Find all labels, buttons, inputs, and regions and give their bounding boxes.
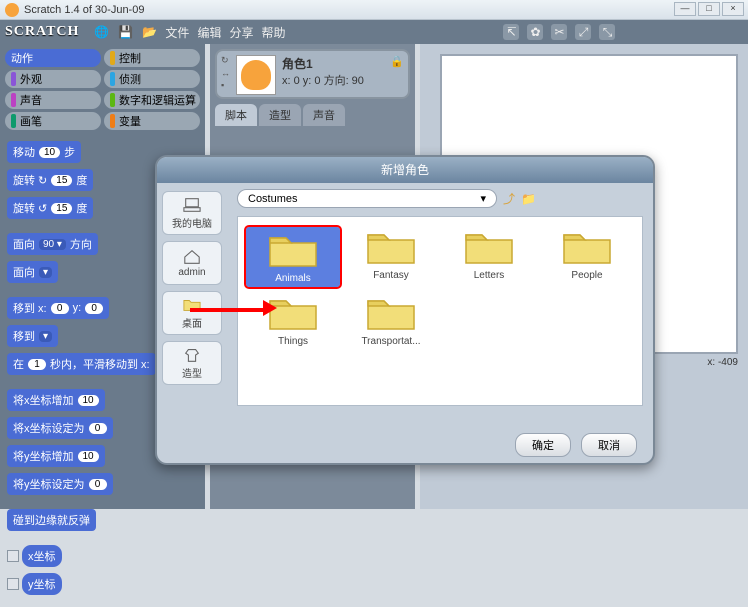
category-motion[interactable]: 动作 [5, 49, 101, 67]
block-point-towards[interactable]: 面向 ▾ [7, 261, 58, 283]
save-icon[interactable]: 💾 [117, 24, 133, 40]
folder-icon [364, 227, 418, 267]
xpos-checkbox[interactable] [7, 550, 19, 562]
computer-icon [183, 197, 201, 213]
menu-file[interactable]: 文件 [165, 24, 189, 41]
maximize-button[interactable]: □ [698, 2, 720, 16]
tab-scripts[interactable]: 脚本 [215, 104, 257, 126]
folder-transportation[interactable]: Transportat... [344, 293, 438, 347]
category-sensing[interactable]: 侦测 [104, 70, 200, 88]
sprite-coords-readout: x: 0 y: 0 方向: 90 [282, 72, 384, 88]
grow-tool-icon[interactable]: ⤢ [575, 24, 591, 40]
rotation-lr-icon[interactable]: ↔ [221, 68, 230, 78]
block-set-y[interactable]: 将y坐标设定为0 [7, 473, 113, 495]
cat-sprite-icon [241, 60, 271, 90]
main-toolbar: SCRATCH 🌐 💾 📂 文件 编辑 分享 帮助 ↸ ✿ ✂ ⤢ ⤡ [0, 20, 748, 44]
block-goto[interactable]: 移到 ▾ [7, 325, 58, 347]
folder-browser: Animals Fantasy Letters People Things [237, 216, 643, 406]
folder-fantasy[interactable]: Fantasy [344, 227, 438, 287]
scratch-app-icon [5, 3, 19, 17]
menu-edit[interactable]: 编辑 [197, 24, 221, 41]
lock-icon[interactable]: 🔒 [390, 55, 404, 93]
cancel-button[interactable]: 取消 [581, 433, 637, 457]
block-point-direction[interactable]: 面向90 ▾方向 [7, 233, 98, 255]
sidebar-admin[interactable]: admin [162, 241, 222, 285]
folder-icon [266, 230, 320, 270]
category-operators[interactable]: 数字和逻辑运算 [104, 91, 200, 109]
block-turn-cw[interactable]: 旋转 ↻15度 [7, 169, 93, 191]
folder-animals[interactable]: Animals [246, 227, 340, 287]
rotation-none-icon[interactable]: ▪ [221, 80, 230, 90]
scratch-logo: SCRATCH [5, 24, 79, 40]
window-title: Scratch 1.4 of 30-Jun-09 [24, 4, 144, 16]
folder-letters[interactable]: Letters [442, 227, 536, 287]
block-xpos[interactable]: x坐标 [22, 545, 62, 567]
block-move-steps[interactable]: 移动10步 [7, 141, 81, 163]
folder-people[interactable]: People [540, 227, 634, 287]
language-icon[interactable]: 🌐 [93, 24, 109, 40]
sprite-name-field[interactable]: 角色1 [282, 55, 384, 72]
menu-help[interactable]: 帮助 [261, 24, 285, 41]
tab-sounds[interactable]: 声音 [303, 104, 345, 126]
close-button[interactable]: × [722, 2, 744, 16]
dropdown-arrow-icon: ▾ [480, 192, 486, 205]
block-change-y[interactable]: 将y坐标增加10 [7, 445, 105, 467]
sprite-header: ↻ ↔ ▪ 角色1 x: 0 y: 0 方向: 90 🔒 [215, 49, 410, 99]
dialog-main: Costumes ▾ ⤴ 📁 Animals Fantasy Letters [227, 183, 653, 427]
new-folder-icon[interactable]: 📁 [521, 192, 536, 206]
block-bounce[interactable]: 碰到边缘就反弹 [7, 509, 96, 531]
block-set-x[interactable]: 将x坐标设定为0 [7, 417, 113, 439]
block-glide[interactable]: 在1秒内，平滑移动到 x: [7, 353, 156, 375]
sidebar-costumes[interactable]: 造型 [162, 341, 222, 385]
ok-button[interactable]: 确定 [515, 433, 571, 457]
block-ypos[interactable]: y坐标 [22, 573, 62, 595]
block-change-x[interactable]: 将x坐标增加10 [7, 389, 105, 411]
block-goto-xy[interactable]: 移到 x:0y:0 [7, 297, 109, 319]
sidebar-computer[interactable]: 我的电脑 [162, 191, 222, 235]
pointer-tool-icon[interactable]: ↸ [503, 24, 519, 40]
block-turn-ccw[interactable]: 旋转 ↺15度 [7, 197, 93, 219]
sprite-thumbnail[interactable] [236, 55, 276, 95]
folder-icon [462, 227, 516, 267]
shrink-tool-icon[interactable]: ⤡ [599, 24, 615, 40]
rotation-full-icon[interactable]: ↻ [221, 55, 230, 66]
path-dropdown[interactable]: Costumes ▾ [237, 189, 497, 208]
window-titlebar: Scratch 1.4 of 30-Jun-09 — □ × [0, 0, 748, 20]
costume-icon [183, 347, 201, 363]
ypos-checkbox[interactable] [7, 578, 19, 590]
scissors-tool-icon[interactable]: ✂ [551, 24, 567, 40]
category-pen[interactable]: 画笔 [5, 112, 101, 130]
category-sound[interactable]: 声音 [5, 91, 101, 109]
up-folder-icon[interactable]: ⤴ [503, 190, 515, 207]
dialog-title: 新增角色 [157, 157, 653, 183]
minimize-button[interactable]: — [674, 2, 696, 16]
home-icon [183, 249, 201, 265]
category-control[interactable]: 控制 [104, 49, 200, 67]
tab-costumes[interactable]: 造型 [259, 104, 301, 126]
category-looks[interactable]: 外观 [5, 70, 101, 88]
stamp-tool-icon[interactable]: ✿ [527, 24, 543, 40]
folder-icon [560, 227, 614, 267]
open-icon[interactable]: 📂 [141, 24, 157, 40]
annotation-arrow [190, 299, 277, 317]
folder-icon [364, 293, 418, 333]
menu-share[interactable]: 分享 [229, 24, 253, 41]
category-variables[interactable]: 变量 [104, 112, 200, 130]
